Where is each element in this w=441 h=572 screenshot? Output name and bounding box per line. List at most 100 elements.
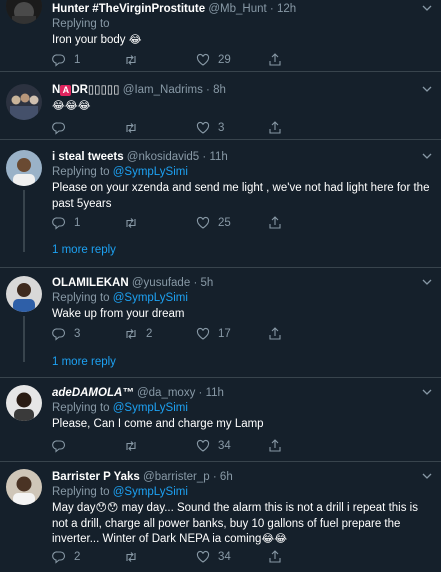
retweet-button[interactable] <box>124 120 146 136</box>
display-name[interactable]: adeDAMOLA™ <box>52 387 134 399</box>
chevron-down-icon[interactable] <box>421 150 433 162</box>
avatar[interactable] <box>6 0 42 24</box>
emoji: 😂😂 <box>261 532 288 545</box>
retweet-icon <box>126 123 136 133</box>
reply-icon <box>52 328 66 341</box>
display-name[interactable]: Barrister P Yaks <box>52 471 140 483</box>
retweet-button[interactable] <box>124 549 146 565</box>
timestamp[interactable]: 8h <box>213 84 226 96</box>
tweet[interactable]: OLAMILEKAN @yusufade · 5h Replying to @S… <box>0 268 441 378</box>
share-icon <box>269 121 281 134</box>
retweet-icon <box>126 218 136 228</box>
like-button[interactable]: 25 <box>196 215 231 231</box>
reply-count: 1 <box>74 217 81 229</box>
avatar[interactable] <box>6 84 42 120</box>
tweet-text-content: Iron your body <box>52 34 126 46</box>
tweet-header: adeDAMOLA™ @da_moxy · 11h <box>52 385 433 401</box>
emoji: 😂😂😂 <box>52 99 91 112</box>
retweet-icon <box>126 441 136 451</box>
reply-context: Replying to @SympLySimi <box>52 291 433 306</box>
chevron-down-icon[interactable] <box>421 386 433 398</box>
handle[interactable]: @barrister_p <box>143 471 210 483</box>
avatar[interactable] <box>6 469 42 505</box>
display-name[interactable]: i steal tweets <box>52 151 124 163</box>
handle[interactable]: @yusufade <box>132 277 190 289</box>
timestamp[interactable]: 11h <box>209 151 227 163</box>
avatar[interactable] <box>6 276 42 312</box>
like-button[interactable]: 17 <box>196 326 231 342</box>
tweet-header: N A DR▯▯▯▯▯ @Iam_Nadrims · 8h <box>52 82 433 98</box>
share-button[interactable] <box>268 438 290 454</box>
like-button[interactable]: 34 <box>196 549 231 565</box>
retweet-button[interactable] <box>124 215 146 231</box>
chevron-down-icon[interactable] <box>421 2 433 14</box>
reply-button[interactable]: 1 <box>52 52 80 68</box>
more-replies-link[interactable]: 1 more reply <box>52 244 116 256</box>
retweet-button[interactable] <box>124 52 146 68</box>
tweet[interactable]: Hunter #TheVirginProstitute @Mb_Hunt · 1… <box>0 0 441 72</box>
display-name-rest: DR▯▯▯▯▯ <box>71 84 120 96</box>
like-count: 17 <box>218 328 231 340</box>
share-icon <box>269 53 281 66</box>
tweet-text: Please, Can I come and charge my Lamp <box>52 418 264 430</box>
share-icon <box>269 550 281 563</box>
reply-icon <box>52 122 66 135</box>
reply-button[interactable]: 2 <box>52 549 80 565</box>
share-button[interactable] <box>268 52 290 68</box>
avatar[interactable] <box>6 385 42 421</box>
timestamp[interactable]: 11h <box>206 387 224 399</box>
share-button[interactable] <box>268 326 290 342</box>
reply-count: 3 <box>74 328 81 340</box>
more-replies-link[interactable]: 1 more reply <box>52 356 116 368</box>
chevron-down-icon[interactable] <box>421 83 433 95</box>
reply-mention[interactable]: @SympLySimi <box>113 402 188 414</box>
timestamp[interactable]: 5h <box>200 277 213 289</box>
share-button[interactable] <box>268 120 290 136</box>
share-icon <box>269 216 281 229</box>
reply-icon <box>52 440 66 453</box>
tweet[interactable]: i steal tweets @nkosidavid5 · 11h Replyi… <box>0 140 441 268</box>
reply-mention[interactable]: @SympLySimi <box>113 486 188 498</box>
handle[interactable]: @nkosidavid5 <box>127 151 199 163</box>
like-button[interactable]: 34 <box>196 438 231 454</box>
like-count: 34 <box>218 440 231 452</box>
handle[interactable]: @Mb_Hunt <box>208 3 266 15</box>
retweet-button[interactable]: 2 <box>124 326 152 342</box>
tweet-text: Wake up from your dream <box>52 308 185 320</box>
reply-count: 1 <box>74 54 81 66</box>
display-name[interactable]: OLAMILEKAN <box>52 277 129 289</box>
tweet-text: Iron your body 😂 <box>52 33 433 49</box>
reply-context: Replying to @SympLySimi <box>52 401 433 416</box>
tweet[interactable]: N A DR▯▯▯▯▯ @Iam_Nadrims · 8h 😂😂😂 3 <box>0 72 441 140</box>
reply-button[interactable]: 1 <box>52 215 80 231</box>
timestamp[interactable]: 6h <box>220 471 233 483</box>
chevron-down-icon[interactable] <box>421 470 433 482</box>
tweet[interactable]: adeDAMOLA™ @da_moxy · 11h Replying to @S… <box>0 378 441 462</box>
display-name[interactable]: N A DR▯▯▯▯▯ <box>52 84 120 96</box>
chevron-down-icon[interactable] <box>421 276 433 288</box>
reply-icon <box>52 551 66 564</box>
handle[interactable]: @da_moxy <box>137 387 195 399</box>
thread-line <box>23 316 25 362</box>
avatar[interactable] <box>6 150 42 186</box>
reply-button[interactable]: 3 <box>52 326 80 342</box>
share-button[interactable] <box>268 215 290 231</box>
timestamp[interactable]: 12h <box>277 3 296 15</box>
retweet-icon <box>126 329 136 339</box>
reply-mention[interactable]: @SympLySimi <box>113 292 188 304</box>
reply-icon <box>52 217 66 230</box>
tweet[interactable]: Barrister P Yaks @barrister_p · 6h Reply… <box>0 462 441 572</box>
like-count: 34 <box>218 551 231 563</box>
tweet-header: OLAMILEKAN @yusufade · 5h <box>52 275 433 291</box>
handle[interactable]: @Iam_Nadrims <box>123 84 203 96</box>
reply-mention[interactable]: @SympLySimi <box>113 166 188 178</box>
reply-button[interactable] <box>52 120 74 136</box>
like-button[interactable]: 29 <box>196 52 231 68</box>
retweet-button[interactable] <box>124 438 146 454</box>
share-button[interactable] <box>268 549 290 565</box>
retweet-icon <box>126 552 136 562</box>
reply-button[interactable] <box>52 438 74 454</box>
like-button[interactable]: 3 <box>196 120 224 136</box>
display-name[interactable]: Hunter #TheVirginProstitute <box>52 3 205 15</box>
like-icon <box>196 216 210 229</box>
